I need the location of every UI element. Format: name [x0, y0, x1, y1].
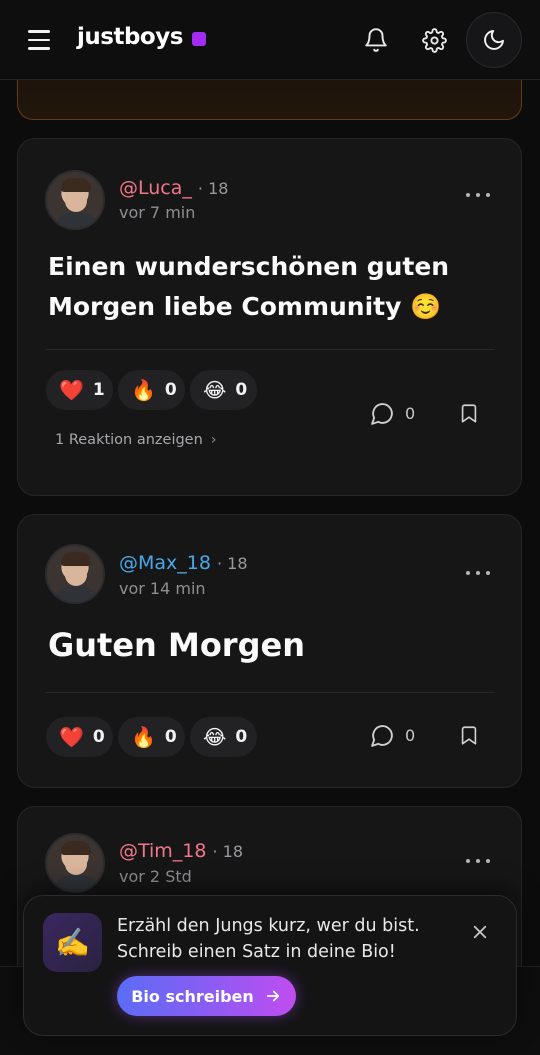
comment-count: 0: [405, 726, 416, 745]
bookmark-icon[interactable]: [458, 401, 480, 430]
avatar[interactable]: [45, 544, 105, 604]
write-bio-label: Bio schreiben: [131, 986, 254, 1006]
laugh-icon: 😂: [203, 378, 227, 402]
avatar[interactable]: [45, 833, 105, 893]
reaction-laugh-button[interactable]: 😂 0: [190, 717, 257, 757]
heart-icon: ❤️: [59, 725, 84, 749]
reaction-heart-button[interactable]: ❤️ 0: [46, 717, 113, 757]
arrow-right-icon: [266, 990, 279, 1002]
reaction-count: 0: [92, 727, 105, 747]
reaction-count: 0: [164, 727, 177, 747]
username[interactable]: @Tim_18: [119, 840, 207, 862]
user-age: · 18: [212, 842, 244, 861]
toast-message: Erzähl den Jungs kurz, wer du bist. Schr…: [117, 916, 420, 962]
comment-icon: [371, 403, 393, 425]
more-options-icon[interactable]: [466, 564, 490, 582]
post-time: vor 7 min: [119, 203, 196, 222]
more-options-icon[interactable]: [466, 852, 490, 870]
comment-icon: [371, 725, 393, 747]
username[interactable]: @Luca_: [119, 177, 192, 199]
writing-hand-icon: ✍️: [43, 913, 102, 972]
bell-icon[interactable]: [358, 22, 394, 58]
reaction-fire-button[interactable]: 🔥 0: [118, 717, 185, 757]
chevron-right-icon: ›: [210, 432, 217, 448]
logo[interactable]: justboys: [77, 24, 206, 50]
post-author[interactable]: @Luca_ · 18: [119, 177, 228, 199]
moon-icon: [484, 30, 504, 50]
laugh-icon: 😂: [203, 725, 227, 749]
comment-button[interactable]: 0: [370, 723, 415, 748]
reaction-count: 0: [235, 380, 248, 400]
avatar[interactable]: [45, 170, 105, 230]
post-text: Einen wunderschönen guten Morgen liebe C…: [48, 252, 450, 321]
menu-icon[interactable]: [28, 26, 56, 54]
reaction-laugh-button[interactable]: 😂 0: [190, 370, 257, 410]
gear-icon[interactable]: [416, 22, 452, 58]
user-age: · 18: [216, 554, 248, 573]
bookmark-icon[interactable]: [458, 723, 480, 752]
divider: [45, 349, 495, 350]
user-age: · 18: [197, 179, 229, 198]
bio-prompt-toast: ✍️ Erzähl den Jungs kurz, wer du bist. S…: [23, 895, 517, 1036]
more-options-icon[interactable]: [466, 186, 490, 204]
reaction-count: 0: [235, 727, 248, 747]
post-author[interactable]: @Max_18 · 18: [119, 552, 248, 574]
comment-count: 0: [405, 404, 416, 423]
reaction-fire-button[interactable]: 🔥 0: [118, 370, 185, 410]
post-time: vor 14 min: [119, 579, 206, 598]
fire-icon: 🔥: [131, 378, 156, 402]
write-bio-button[interactable]: Bio schreiben: [117, 976, 296, 1016]
theme-toggle-button[interactable]: [466, 12, 522, 68]
top-bar: justboys: [0, 0, 540, 80]
logo-dot: [191, 31, 206, 46]
post-author[interactable]: @Tim_18 · 18: [119, 840, 243, 862]
username[interactable]: @Max_18: [119, 552, 211, 574]
logo-text: justboys: [77, 24, 183, 50]
show-reactions-link[interactable]: 1 Reaktion anzeigen ›: [55, 432, 217, 448]
reaction-count: 1: [92, 380, 105, 400]
heart-icon: ❤️: [59, 378, 84, 402]
reaction-count: 0: [164, 380, 177, 400]
close-icon[interactable]: [468, 920, 492, 944]
divider: [45, 692, 495, 693]
post-text: Guten Morgen: [48, 626, 305, 664]
post-card: @Max_18 · 18 vor 14 min Guten Morgen ❤️ 0 …: [17, 514, 522, 788]
reaction-heart-button[interactable]: ❤️ 1: [46, 370, 113, 410]
comment-button[interactable]: 0: [370, 401, 415, 426]
post-time: vor 2 Std: [119, 867, 192, 886]
show-reactions-label: 1 Reaktion anzeigen: [55, 432, 203, 448]
post-card: @Luca_ · 18 vor 7 min Einen wunderschönen…: [17, 138, 522, 496]
fire-icon: 🔥: [131, 725, 156, 749]
